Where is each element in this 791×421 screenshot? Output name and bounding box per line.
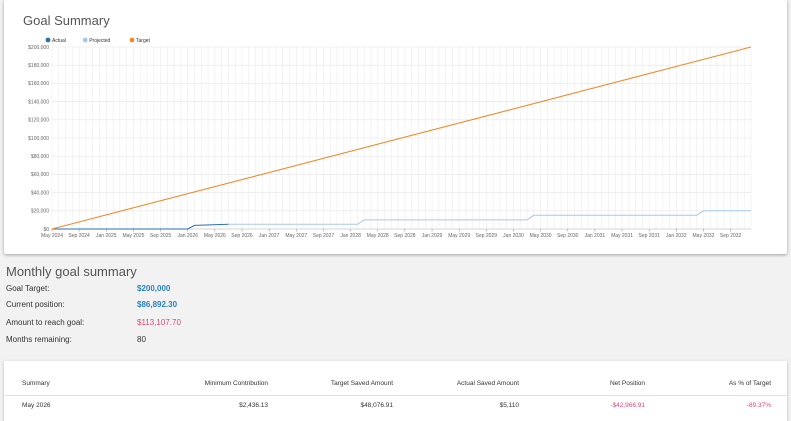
x-tick-label: Sep 2032 bbox=[720, 233, 742, 239]
y-tick-label: $80,000 bbox=[31, 154, 49, 160]
table-header-percent-target: As % of Target bbox=[728, 380, 771, 387]
y-tick-label: $40,000 bbox=[31, 190, 49, 196]
x-tick-label: Sep 2026 bbox=[231, 233, 253, 239]
table-cell-net-position: -$42,966.91 bbox=[610, 402, 645, 409]
months-remaining-label: Months remaining: bbox=[6, 335, 72, 344]
months-remaining-value: 80 bbox=[137, 335, 146, 344]
x-tick-label: Sep 2027 bbox=[313, 233, 335, 239]
y-tick-label: $60,000 bbox=[31, 172, 49, 178]
x-tick-label: Sep 2024 bbox=[68, 233, 90, 239]
x-tick-label: Jan 2030 bbox=[503, 233, 524, 239]
x-tick-label: May 2024 bbox=[41, 233, 63, 239]
y-tick-label: $20,000 bbox=[31, 209, 49, 215]
table-cell-target-saved: $48,076.91 bbox=[360, 402, 393, 409]
table-header-summary: Summary bbox=[22, 380, 50, 387]
x-tick-label: Jan 2028 bbox=[340, 233, 361, 239]
x-tick-label: Sep 2031 bbox=[638, 233, 660, 239]
goal-target-value: $200,000 bbox=[137, 284, 171, 293]
summary-title: Monthly goal summary bbox=[6, 264, 137, 279]
table-cell-month: May 2026 bbox=[22, 402, 51, 409]
legend-label-target: Target bbox=[136, 38, 151, 44]
current-position-value: $86,892.30 bbox=[137, 300, 178, 309]
table-cell-percent-target: -89.37% bbox=[746, 402, 771, 409]
y-tick-label: $120,000 bbox=[28, 118, 49, 124]
legend-marker-actual bbox=[45, 37, 51, 43]
goal-chart: $0 $20,000 $40,000 $60,000 $80,000 $100,000 $1… bbox=[28, 37, 752, 239]
table-header-actual-saved: Actual Saved Amount bbox=[456, 380, 519, 387]
x-tick-label: Sep 2029 bbox=[476, 233, 498, 239]
table-header-net-position: Net Position bbox=[609, 380, 645, 387]
x-tick-label: Jan 2031 bbox=[585, 233, 606, 239]
x-tick-label: May 2031 bbox=[611, 233, 633, 239]
amount-to-goal-label: Amount to reach goal: bbox=[6, 318, 85, 327]
x-tick-label: Jan 2029 bbox=[422, 233, 443, 239]
legend-label-actual: Actual bbox=[52, 38, 66, 44]
y-tick-label: $160,000 bbox=[28, 81, 49, 87]
legend-marker-target bbox=[129, 37, 135, 43]
x-tick-label: Jan 2032 bbox=[666, 233, 687, 239]
x-tick-label: Sep 2028 bbox=[394, 233, 416, 239]
y-tick-label: $100,000 bbox=[28, 136, 49, 142]
y-tick-label: $200,000 bbox=[28, 45, 49, 51]
x-tick-label: Jan 2026 bbox=[177, 233, 198, 239]
x-tick-label: Jan 2025 bbox=[96, 233, 117, 239]
amount-to-goal-value: $113,107.70 bbox=[137, 318, 181, 327]
x-tick-label: May 2026 bbox=[204, 233, 226, 239]
x-tick-label: Jan 2027 bbox=[259, 233, 280, 239]
x-tick-label: May 2025 bbox=[122, 233, 144, 239]
table-header-min-contribution: Minimum Contribution bbox=[204, 380, 268, 387]
goal-target-label: Goal Target: bbox=[6, 284, 50, 293]
x-tick-label: May 2029 bbox=[448, 233, 470, 239]
y-tick-label: $0 bbox=[43, 227, 49, 233]
legend-marker-projected bbox=[82, 37, 88, 43]
summary-table: Summary Minimum Contribution Target Save… bbox=[4, 361, 787, 421]
table-divider bbox=[4, 395, 787, 396]
table-cell-actual-saved: $5,110 bbox=[499, 402, 519, 409]
x-tick-label: May 2030 bbox=[530, 233, 552, 239]
series-line-projected bbox=[228, 210, 751, 225]
x-tick-label: May 2028 bbox=[367, 233, 389, 239]
x-tick-label: Sep 2025 bbox=[150, 233, 172, 239]
x-tick-label: May 2027 bbox=[285, 233, 307, 239]
current-position-label: Current position: bbox=[6, 300, 65, 309]
table-cell-min-contribution: $2,436.13 bbox=[239, 402, 268, 409]
table-header-target-saved: Target Saved Amount bbox=[330, 380, 393, 387]
goal-summary-card: Goal Summary $0 $20,000 $40,000 $60,000 $80,… bbox=[4, 0, 787, 254]
legend-label-projected: Projected bbox=[89, 38, 110, 44]
y-tick-label: $180,000 bbox=[28, 63, 49, 69]
x-tick-label: Sep 2030 bbox=[557, 233, 579, 239]
x-tick-label: May 2032 bbox=[693, 233, 715, 239]
y-tick-label: $140,000 bbox=[28, 99, 49, 105]
